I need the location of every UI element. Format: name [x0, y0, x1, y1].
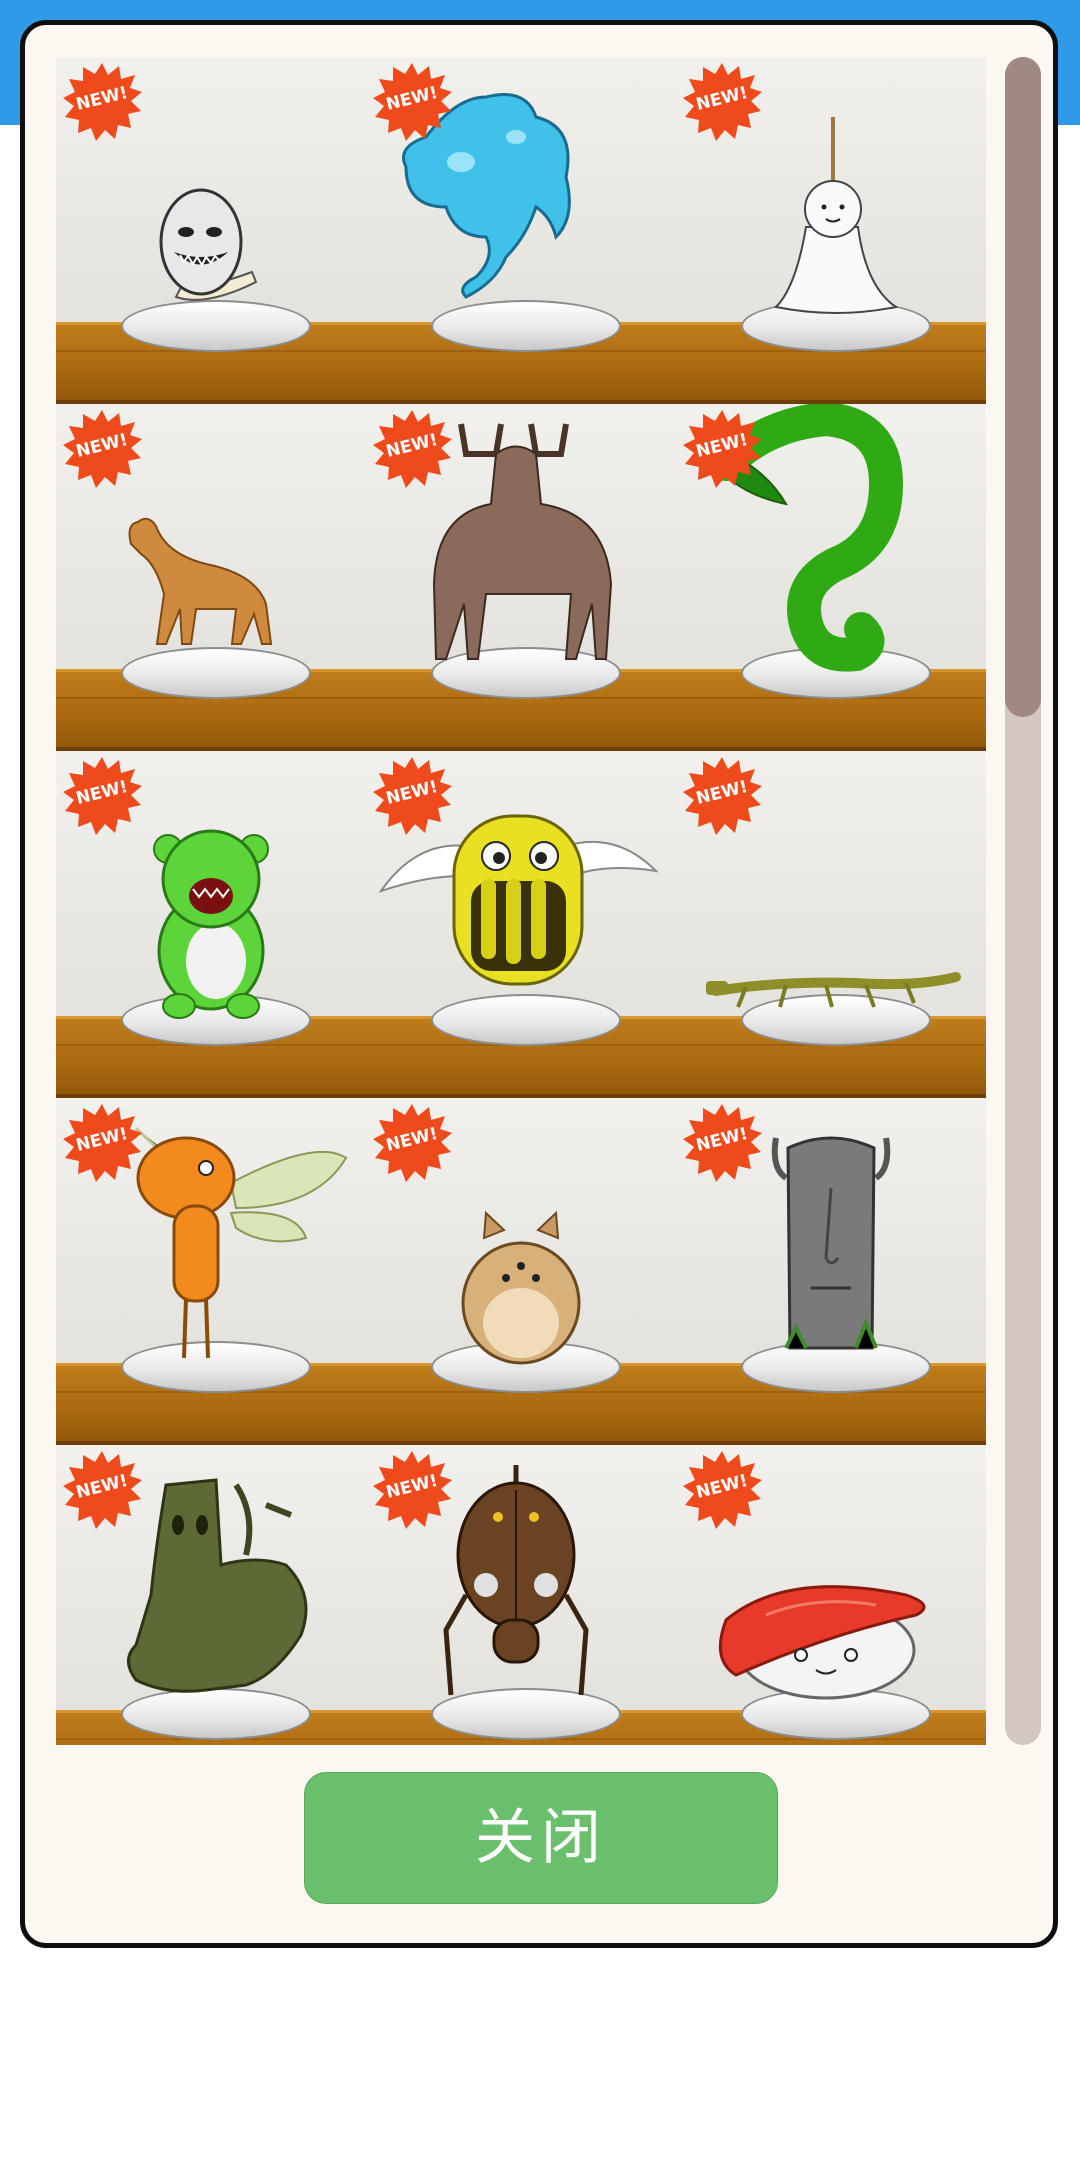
new-badge: NEW! — [681, 755, 763, 837]
new-badge: NEW! — [61, 1102, 143, 1184]
new-badge: NEW! — [371, 61, 453, 143]
new-badge: NEW! — [61, 1449, 143, 1531]
new-badge: NEW! — [681, 408, 763, 490]
creature-slot[interactable]: NEW! — [56, 1445, 366, 1745]
creature-slot[interactable]: NEW! — [676, 1098, 986, 1445]
new-badge: NEW! — [61, 61, 143, 143]
creature-slot[interactable]: NEW! — [56, 404, 366, 751]
scrollbar-thumb[interactable] — [1005, 57, 1041, 717]
creature-slot[interactable]: NEW! — [366, 1098, 676, 1445]
creature-slot[interactable]: NEW! — [676, 404, 986, 751]
creature-slot[interactable]: NEW! — [366, 751, 676, 1098]
creature-slot[interactable]: NEW! — [676, 1445, 986, 1745]
shelf-row: NEW! NEW! NEW! — [56, 1098, 986, 1445]
new-badge: NEW! — [371, 408, 453, 490]
scrollbar-track[interactable] — [1005, 57, 1041, 1745]
new-badge: NEW! — [681, 61, 763, 143]
new-badge: NEW! — [371, 755, 453, 837]
creature-slot[interactable]: NEW! — [56, 751, 366, 1098]
close-button[interactable]: 关闭 — [304, 1772, 778, 1904]
new-badge: NEW! — [681, 1449, 763, 1531]
shelf-row: NEW! NEW! NEW! — [56, 1445, 986, 1745]
creature-slot[interactable]: NEW! — [366, 1445, 676, 1745]
shelf-row: NEW! NEW! NEW! — [56, 404, 986, 751]
creature-slot[interactable]: NEW! — [56, 1098, 366, 1445]
shelf-row: NEW! NEW! NEW! — [56, 57, 986, 404]
new-badge: NEW! — [371, 1102, 453, 1184]
new-badge: NEW! — [61, 408, 143, 490]
creature-shelf[interactable]: NEW! NEW! NEW! NEW! NEW! NEW! NEW! NEW! … — [56, 57, 986, 1745]
creature-slot[interactable]: NEW! — [676, 751, 986, 1098]
new-badge: NEW! — [371, 1449, 453, 1531]
creature-slot[interactable]: NEW! — [676, 57, 986, 404]
new-badge: NEW! — [681, 1102, 763, 1184]
creature-slot[interactable]: NEW! — [56, 57, 366, 404]
creature-slot[interactable]: NEW! — [366, 404, 676, 751]
creature-slot[interactable]: NEW! — [366, 57, 676, 404]
new-badge: NEW! — [61, 755, 143, 837]
shelf-row: NEW! NEW! NEW! — [56, 751, 986, 1098]
